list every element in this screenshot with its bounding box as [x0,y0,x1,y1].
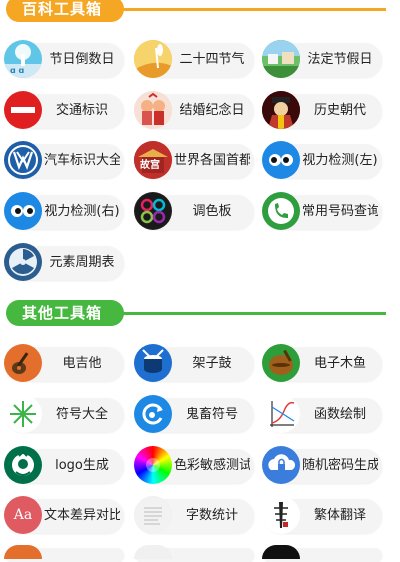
calligraphy-icon [262,496,300,534]
vw-logo-icon [4,141,42,179]
wheat-field-icon [134,40,172,78]
radiation-icon [4,243,42,281]
tool-label: 汽车标识大全 [44,153,120,168]
partial-icon [4,545,42,559]
tool-item-color-palette[interactable]: 调色板 [134,192,254,230]
color-palette-icon [134,192,172,230]
china-capital-icon: 故宫 [134,141,172,179]
phone-icon [262,192,300,230]
tool-item-drum-kit[interactable]: 架子鼓 [134,344,254,382]
tool-item-solar-terms[interactable]: 二十四节气 [134,40,254,78]
section-header-other-tools: 其他工具箱 [0,300,400,328]
font-aa-icon: Aa [4,496,42,534]
tool-item-car-logos[interactable]: 汽车标识大全 [4,141,124,179]
tool-label: 电吉他 [62,356,102,371]
tool-item-legal-holidays[interactable]: 法定节假日 [262,40,382,78]
tool-label: 字数统计 [185,508,238,523]
starbucks-logo-icon [4,446,42,484]
tool-item-festival-countdown[interactable]: ɑ ɑ 节日倒数日 [4,40,124,78]
tool-label: 视力检测(右) [44,204,120,219]
tool-label: 调色板 [192,204,232,219]
tool-item-word-count[interactable]: 字数统计 [134,496,254,534]
tool-item-vision-test-right[interactable]: 视力检测(右) [4,192,124,230]
svg-text:ɑ ɑ: ɑ ɑ [10,66,25,75]
tool-label: 二十四节气 [179,52,245,67]
tool-label: 色彩敏感测试 [174,458,250,473]
wedding-couple-icon [134,91,172,129]
tool-item-traffic-signs[interactable]: 交通标识 [4,91,124,129]
tool-label: 世界各国首都 [174,153,250,168]
tool-label: 元素周期表 [49,255,115,270]
word-count-icon [134,496,172,534]
no-entry-sign-icon [4,91,42,129]
eye-right-icon [4,192,42,230]
color-wheel-icon [134,446,172,484]
tool-item-historical-dynasties[interactable]: 历史朝代 [262,91,382,129]
tool-label: 电子木鱼 [313,356,366,371]
eye-left-icon [262,141,300,179]
holiday-landscape-icon [262,40,300,78]
icon-badge: Aa [13,507,33,523]
tool-item-periodic-table[interactable]: 元素周期表 [4,243,124,281]
tool-label: logo生成 [55,458,109,473]
calendar-tree-icon: ɑ ɑ [4,40,42,78]
tool-item-text-diff[interactable]: Aa 文本差异对比 [4,496,124,534]
section-title: 百科工具箱 [6,0,125,22]
tool-label: 交通标识 [55,103,108,118]
cloud-lock-icon [262,446,300,484]
tool-label: 函数绘制 [313,407,366,422]
tool-item-world-capitals[interactable]: 故宫 世界各国首都 [134,141,254,179]
section-divider [112,8,386,11]
asterisk-symbol-icon [4,395,42,433]
tool-item-random-password[interactable]: 随机密码生成 [262,446,382,484]
tool-item-guichu-symbols[interactable]: 鬼畜符号 [134,395,254,433]
tool-item-electric-guitar[interactable]: 电吉他 [4,344,124,382]
section-title: 其他工具箱 [6,300,125,326]
tool-label: 繁体翻译 [313,508,366,523]
refresh-music-icon [134,395,172,433]
tool-label: 结婚纪念日 [179,103,245,118]
section-divider [112,312,386,315]
tool-label: 常用号码查询 [302,204,378,219]
tool-item-function-plot[interactable]: 函数绘制 [262,395,382,433]
ancient-figure-icon [262,91,300,129]
drum-icon [134,344,172,382]
tool-item-common-numbers[interactable]: 常用号码查询 [262,192,382,230]
tool-label: 视力检测(左) [302,153,378,168]
tool-item-symbols[interactable]: 符号大全 [4,395,124,433]
tool-label: 历史朝代 [313,103,366,118]
tool-item-wedding-anniversary[interactable]: 结婚纪念日 [134,91,254,129]
section-header-encyclopedia: 百科工具箱 [0,0,400,24]
partial-icon [134,545,172,559]
tool-label: 符号大全 [55,407,108,422]
tool-label: 文本差异对比 [44,508,120,523]
tool-item-wooden-fish[interactable]: 电子木鱼 [262,344,382,382]
tool-item-logo-generator[interactable]: logo生成 [4,446,124,484]
partial-icon [262,545,300,559]
tool-label: 架子鼓 [192,356,232,371]
tool-label: 节日倒数日 [49,52,115,67]
tool-item-vision-test-left[interactable]: 视力检测(左) [262,141,382,179]
tool-item-color-sensitivity[interactable]: 色彩敏感测试 [134,446,254,484]
tool-label: 随机密码生成 [302,458,378,473]
tool-item-traditional-translate[interactable]: 繁体翻译 [262,496,382,534]
wooden-fish-icon [262,344,300,382]
tool-label: 法定节假日 [307,52,373,67]
guitar-icon [4,344,42,382]
icon-badge: 故宫 [140,160,160,171]
function-graph-icon [262,395,300,433]
tool-label: 鬼畜符号 [185,407,238,422]
